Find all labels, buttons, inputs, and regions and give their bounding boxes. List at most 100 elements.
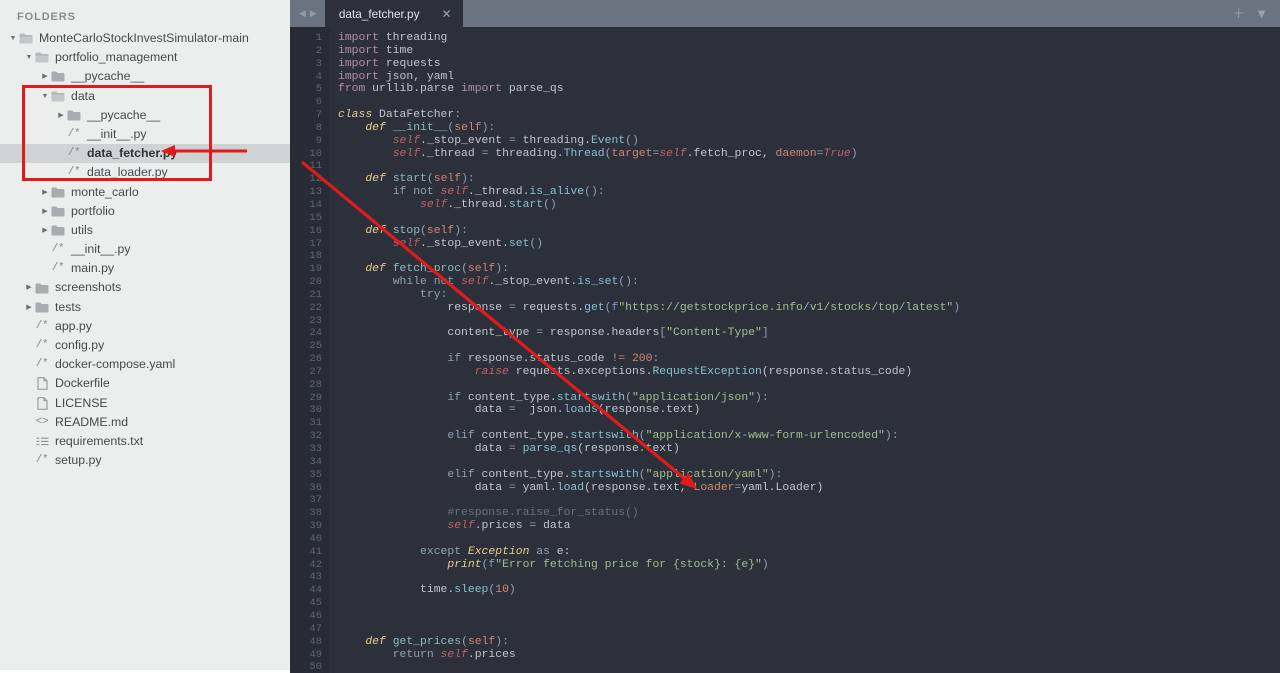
twisty-expanded-icon[interactable]: ▼ <box>24 48 34 67</box>
code-scroll-area[interactable]: 1234567891011121314151617181920212223242… <box>290 27 1280 673</box>
code-line[interactable]: time.sleep(10) <box>338 584 1280 597</box>
code-line[interactable] <box>338 571 1280 584</box>
code-line[interactable]: def start(self): <box>338 173 1280 186</box>
code-line[interactable]: except Exception as e: <box>338 546 1280 559</box>
code-line[interactable] <box>338 379 1280 392</box>
code-line[interactable]: self._stop_event.set() <box>338 238 1280 251</box>
code-line[interactable]: print(f"Error fetching price for {stock}… <box>338 559 1280 572</box>
sidebar-item-readme-md[interactable]: <>README.md <box>0 413 290 432</box>
code-line[interactable]: class DataFetcher: <box>338 109 1280 122</box>
sidebar-item-utils[interactable]: ▶utils <box>0 221 290 240</box>
code-line[interactable]: self._thread.start() <box>338 199 1280 212</box>
sidebar-item-portfolio-management[interactable]: ▼portfolio_management <box>0 48 290 67</box>
code-line[interactable] <box>338 96 1280 109</box>
sidebar-item-monte-carlo[interactable]: ▶monte_carlo <box>0 183 290 202</box>
sidebar-item-pycache[interactable]: ▶__pycache__ <box>0 67 290 86</box>
code-line[interactable]: try: <box>338 289 1280 302</box>
sidebar-item-config-py[interactable]: /*config.py <box>0 336 290 355</box>
sidebar-item-app-py[interactable]: /*app.py <box>0 317 290 336</box>
code-line[interactable]: return self.prices <box>338 649 1280 662</box>
code-line[interactable]: while not self._stop_event.is_set(): <box>338 276 1280 289</box>
sidebar-item-data[interactable]: ▼data <box>0 87 290 106</box>
twisty-collapsed-icon[interactable]: ▶ <box>56 106 66 125</box>
code-line[interactable]: content_type = response.headers["Content… <box>338 327 1280 340</box>
plus-icon[interactable]: ＋ <box>1232 7 1245 20</box>
twisty-collapsed-icon[interactable]: ▶ <box>24 298 34 317</box>
sidebar-item-setup-py[interactable]: /*setup.py <box>0 451 290 470</box>
twisty-collapsed-icon[interactable]: ▶ <box>24 278 34 297</box>
twisty-expanded-icon[interactable]: ▼ <box>40 87 50 106</box>
sidebar-item-init-py[interactable]: /*__init__.py <box>0 240 290 259</box>
code-line[interactable] <box>338 610 1280 623</box>
code-line[interactable]: self._stop_event = threading.Event() <box>338 135 1280 148</box>
line-number: 47 <box>290 623 330 636</box>
file-tree-sidebar[interactable]: FOLDERS ▼MonteCarloStockInvestSimulator-… <box>0 0 290 673</box>
code-line[interactable] <box>338 340 1280 353</box>
code-line[interactable]: elif content_type.startswith("applicatio… <box>338 430 1280 443</box>
code-token: e: <box>550 546 571 558</box>
sidebar-item-license[interactable]: LICENSE <box>0 394 290 413</box>
code-line[interactable]: def fetch_proc(self): <box>338 263 1280 276</box>
code-line[interactable] <box>338 250 1280 263</box>
code-token: self <box>441 186 468 198</box>
code-line[interactable]: from urllib.parse import parse_qs <box>338 83 1280 96</box>
sidebar-item-data-loader-py[interactable]: /*data_loader.py <box>0 163 290 182</box>
sidebar-item-portfolio[interactable]: ▶portfolio <box>0 202 290 221</box>
code-line[interactable] <box>338 661 1280 673</box>
code-line[interactable]: response = requests.get(f"https://getsto… <box>338 302 1280 315</box>
code-line[interactable]: #response.raise_for_status() <box>338 507 1280 520</box>
nav-forward-icon[interactable]: ▶ <box>310 9 317 18</box>
code-line[interactable] <box>338 417 1280 430</box>
file-tree[interactable]: ▼MonteCarloStockInvestSimulator-main▼por… <box>0 29 290 470</box>
twisty-collapsed-icon[interactable]: ▶ <box>40 221 50 240</box>
code-line[interactable] <box>338 597 1280 610</box>
code-line[interactable]: def stop(self): <box>338 225 1280 238</box>
twisty-collapsed-icon[interactable]: ▶ <box>40 202 50 221</box>
sidebar-item-montecarlostockinvestsimulator-main[interactable]: ▼MonteCarloStockInvestSimulator-main <box>0 29 290 48</box>
code-line[interactable]: if response.status_code != 200: <box>338 353 1280 366</box>
code-line[interactable] <box>338 315 1280 328</box>
code-line[interactable]: self.prices = data <box>338 520 1280 533</box>
code-line[interactable]: import time <box>338 45 1280 58</box>
code-line[interactable]: data = yaml.load(response.text, Loader=y… <box>338 482 1280 495</box>
nav-back-icon[interactable]: ◀ <box>299 9 306 18</box>
sidebar-item-requirements-txt[interactable]: requirements.txt <box>0 432 290 451</box>
code-line[interactable] <box>338 533 1280 546</box>
code-token: startswith <box>557 392 625 404</box>
chevron-down-icon[interactable]: ▼ <box>1255 7 1268 20</box>
code-line[interactable]: if not self._thread.is_alive(): <box>338 186 1280 199</box>
tab-data-fetcher-py[interactable]: data_fetcher.py ✕ <box>325 0 463 27</box>
tab-bar-actions[interactable]: ＋ ▼ <box>1232 0 1280 27</box>
sidebar-item-main-py[interactable]: /*main.py <box>0 259 290 278</box>
code-line[interactable] <box>338 494 1280 507</box>
code-line[interactable]: data = json.loads(response.text) <box>338 404 1280 417</box>
tab-nav-arrows[interactable]: ◀ ▶ <box>290 0 325 27</box>
code-line[interactable]: def get_prices(self): <box>338 636 1280 649</box>
sidebar-item-pycache[interactable]: ▶__pycache__ <box>0 106 290 125</box>
sidebar-item-docker-compose-yaml[interactable]: /*docker-compose.yaml <box>0 355 290 374</box>
sidebar-item-dockerfile[interactable]: Dockerfile <box>0 374 290 393</box>
twisty-collapsed-icon[interactable]: ▶ <box>40 67 50 86</box>
code-line[interactable]: import json, yaml <box>338 71 1280 84</box>
sidebar-item-tests[interactable]: ▶tests <box>0 298 290 317</box>
code-line[interactable]: elif content_type.startswith("applicatio… <box>338 469 1280 482</box>
twisty-expanded-icon[interactable]: ▼ <box>8 29 18 48</box>
code-line[interactable]: import threading <box>338 32 1280 45</box>
code-content[interactable]: import threadingimport timeimport reques… <box>330 27 1280 673</box>
code-line[interactable] <box>338 623 1280 636</box>
code-token: requests. <box>516 302 584 314</box>
close-icon[interactable]: ✕ <box>420 8 452 20</box>
code-line[interactable]: def __init__(self): <box>338 122 1280 135</box>
code-line[interactable]: data = parse_qs(response.text) <box>338 443 1280 456</box>
twisty-collapsed-icon[interactable]: ▶ <box>40 183 50 202</box>
code-line[interactable] <box>338 212 1280 225</box>
code-line[interactable]: self._thread = threading.Thread(target=s… <box>338 148 1280 161</box>
sidebar-item-init-py[interactable]: /*__init__.py <box>0 125 290 144</box>
code-line[interactable]: import requests <box>338 58 1280 71</box>
code-line[interactable] <box>338 456 1280 469</box>
code-line[interactable]: raise requests.exceptions.RequestExcepti… <box>338 366 1280 379</box>
sidebar-item-screenshots[interactable]: ▶screenshots <box>0 278 290 297</box>
code-line[interactable] <box>338 160 1280 173</box>
sidebar-item-data-fetcher-py[interactable]: /*data_fetcher.py <box>0 144 290 163</box>
code-line[interactable]: if content_type.startswith("application/… <box>338 392 1280 405</box>
